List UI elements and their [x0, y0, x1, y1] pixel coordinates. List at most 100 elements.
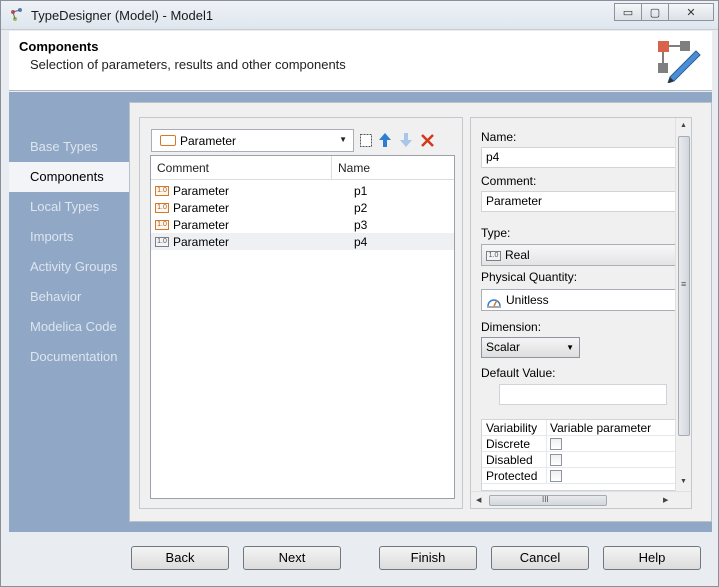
nav-item-activity-groups[interactable]: Activity Groups: [9, 252, 129, 282]
new-document-icon: [360, 133, 372, 147]
row-comment: Parameter: [173, 234, 230, 249]
comment-field[interactable]: Parameter: [481, 191, 681, 212]
variability-row: Protected: [482, 467, 681, 484]
name-label: Name:: [481, 130, 517, 144]
horizontal-scrollbar[interactable]: ◀ III ▶: [471, 491, 691, 508]
row-comment: Parameter: [173, 217, 230, 232]
disabled-checkbox[interactable]: [550, 453, 562, 466]
window-controls: ▭ ▢ ✕: [614, 3, 714, 21]
nav-item-documentation[interactable]: Documentation: [9, 342, 129, 372]
edit-diagram-icon: [658, 41, 701, 83]
window-title: TypeDesigner (Model) - Model1: [31, 8, 214, 23]
page-subtitle: Selection of parameters, results and oth…: [30, 57, 346, 72]
help-button[interactable]: Help: [603, 546, 701, 570]
nav-item-modelica-code[interactable]: Modelica Code: [9, 312, 129, 342]
vertical-scrollbar[interactable]: ▲ ≡ ▼: [675, 118, 691, 492]
chevron-down-icon: ▼: [566, 343, 574, 352]
default-value-label: Default Value:: [481, 366, 556, 380]
type-value: Real: [505, 248, 530, 262]
dimension-select[interactable]: Scalar ▼: [481, 337, 580, 358]
nav-item-imports[interactable]: Imports: [9, 222, 129, 252]
physical-quantity-selector[interactable]: Unitless: [481, 289, 681, 311]
parameter-icon: 1.0: [155, 219, 169, 230]
scroll-up-icon[interactable]: ▲: [680, 122, 687, 129]
comment-label: Comment:: [481, 174, 537, 188]
physical-quantity-label: Physical Quantity:: [481, 270, 578, 284]
row-name: p3: [354, 217, 368, 232]
close-button[interactable]: ✕: [668, 3, 714, 21]
parameter-icon: 1.0: [155, 236, 169, 247]
finish-button[interactable]: Finish: [379, 546, 477, 570]
row-comment: Parameter: [173, 200, 230, 215]
type-label: Type:: [481, 226, 511, 240]
wizard-body: Base Types Components Local Types Import…: [9, 92, 712, 532]
variability-row: Disabled: [482, 451, 681, 468]
delete-icon: [420, 133, 434, 147]
move-down-button[interactable]: [397, 131, 415, 149]
row-name: p4: [354, 234, 368, 249]
table-row[interactable]: 1.0 Parameter p3: [151, 216, 454, 233]
wizard-window: TypeDesigner (Model) - Model1 ▭ ▢ ✕ Comp…: [0, 0, 719, 587]
back-button[interactable]: Back: [131, 546, 229, 570]
horizontal-scroll-thumb[interactable]: III: [489, 495, 607, 506]
variability-row-label: Disabled: [482, 451, 547, 468]
component-type-value: Parameter: [180, 134, 237, 148]
minimize-icon: ▭: [622, 6, 634, 19]
nav-item-base-types[interactable]: Base Types: [9, 132, 129, 162]
delete-component-button[interactable]: [418, 131, 436, 149]
column-header-comment[interactable]: Comment: [151, 156, 332, 179]
scroll-down-icon[interactable]: ▼: [680, 478, 687, 485]
row-comment: Parameter: [173, 183, 230, 198]
variability-row: Discrete: [482, 435, 681, 452]
properties-panel: Name: p4 Comment: Parameter Type: 1.0 Rea…: [470, 117, 692, 509]
next-button[interactable]: Next: [243, 546, 341, 570]
components-page: Parameter ▼ Comment Name 1.0 Parameter p…: [129, 102, 712, 522]
wizard-button-bar: Back Next Finish Cancel Help: [9, 532, 712, 582]
column-header-name[interactable]: Name: [332, 156, 370, 179]
nav-item-components[interactable]: Components: [9, 162, 130, 192]
parameter-icon: [160, 135, 176, 146]
scroll-right-icon[interactable]: ▶: [663, 496, 668, 504]
cancel-button[interactable]: Cancel: [491, 546, 589, 570]
real-type-icon: 1.0: [486, 250, 501, 261]
maximize-button[interactable]: ▢: [641, 3, 669, 21]
type-selector[interactable]: 1.0 Real: [481, 244, 681, 266]
discrete-checkbox[interactable]: [550, 437, 562, 450]
scroll-left-icon[interactable]: ◀: [476, 496, 481, 504]
variability-value-header: Variable parameter: [550, 420, 652, 435]
variability-row-label: Protected: [482, 467, 547, 484]
page-title: Components: [19, 39, 99, 54]
dimension-label: Dimension:: [481, 320, 542, 334]
title-bar: TypeDesigner (Model) - Model1 ▭ ▢ ✕: [1, 1, 718, 30]
variability-table: Variability Variable parameter Discrete …: [481, 419, 681, 491]
new-component-button[interactable]: [357, 131, 375, 149]
name-field[interactable]: p4: [481, 147, 681, 168]
minimize-button[interactable]: ▭: [614, 3, 642, 21]
chevron-down-icon: ▼: [339, 135, 347, 144]
arrow-up-icon: [379, 133, 391, 147]
table-row-selected[interactable]: 1.0 Parameter p4: [151, 233, 454, 250]
table-row[interactable]: 1.0 Parameter p2: [151, 199, 454, 216]
row-name: p2: [354, 200, 368, 215]
wizard-header: Components Selection of parameters, resu…: [9, 31, 712, 91]
component-type-select[interactable]: Parameter ▼: [151, 129, 354, 152]
grip-icon: III: [542, 495, 549, 504]
component-table: Comment Name 1.0 Parameter p1 1.0 Parame…: [150, 155, 455, 499]
move-up-button[interactable]: [376, 131, 394, 149]
grip-icon: ≡: [681, 279, 687, 289]
variability-column-header: Variability: [482, 419, 547, 436]
protected-checkbox[interactable]: [550, 469, 562, 482]
dimension-value: Scalar: [486, 340, 521, 354]
table-header: Comment Name: [151, 156, 454, 180]
nav-item-local-types[interactable]: Local Types: [9, 192, 129, 222]
table-row[interactable]: 1.0 Parameter p1: [151, 182, 454, 199]
physical-quantity-value: Unitless: [506, 293, 549, 307]
nav-item-behavior[interactable]: Behavior: [9, 282, 129, 312]
variability-row-label: Discrete: [482, 435, 547, 452]
component-list-panel: Parameter ▼ Comment Name 1.0 Parameter p…: [139, 117, 463, 509]
vertical-scroll-thumb[interactable]: ≡: [678, 136, 690, 436]
parameter-icon: 1.0: [155, 185, 169, 196]
default-value-field[interactable]: [499, 384, 667, 405]
type-designer-app-icon: [11, 8, 22, 21]
parameter-icon: 1.0: [155, 202, 169, 213]
